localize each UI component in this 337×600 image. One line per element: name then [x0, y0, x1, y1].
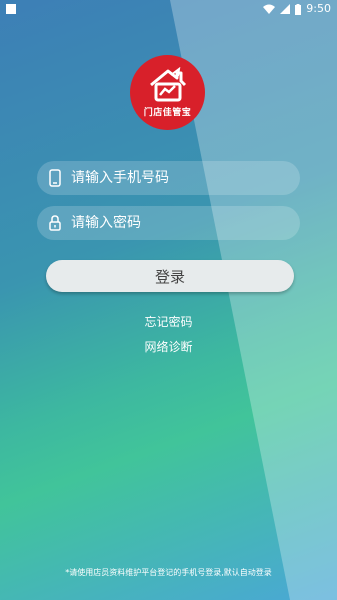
login-button[interactable]: 登录	[46, 260, 294, 292]
status-bar: 9:50	[0, 0, 337, 18]
password-input[interactable]	[71, 215, 300, 231]
forgot-password-link[interactable]: 忘记密码	[0, 313, 337, 330]
footer-note: *请使用店员资料维护平台登记的手机号登录,默认自动登录	[65, 568, 272, 577]
wifi-icon	[263, 4, 276, 14]
signal-icon	[280, 4, 291, 14]
status-time: 9:50	[306, 2, 331, 15]
house-chart-icon	[149, 67, 186, 102]
lock-icon	[47, 213, 63, 233]
phone-field[interactable]	[37, 161, 300, 195]
network-diagnosis-link[interactable]: 网络诊断	[0, 338, 337, 355]
app-logo: 门店佳管宝	[130, 55, 205, 130]
battery-icon	[295, 3, 302, 15]
password-field[interactable]	[37, 206, 300, 240]
logo-text: 门店佳管宝	[143, 108, 192, 118]
phone-input[interactable]	[71, 170, 300, 186]
notification-icon	[6, 4, 16, 14]
mobile-phone-icon	[47, 168, 63, 188]
